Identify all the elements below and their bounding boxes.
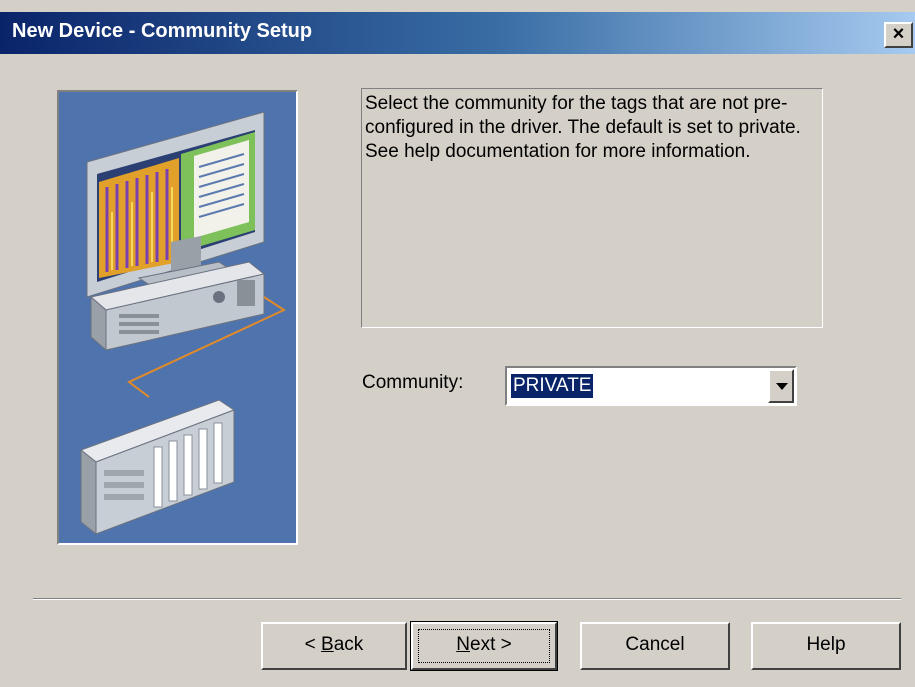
dropdown-arrow-button[interactable]	[768, 369, 794, 403]
separator-line	[33, 598, 901, 600]
back-button[interactable]: < Back	[261, 622, 407, 670]
cancel-button[interactable]: Cancel	[580, 622, 730, 670]
computer-plc-illustration	[79, 111, 287, 536]
community-label: Community:	[362, 372, 464, 393]
community-value: PRIVATE	[511, 374, 594, 398]
wizard-illustration	[57, 90, 298, 545]
close-icon: ×	[892, 23, 905, 45]
next-button-label: ext >	[470, 634, 512, 655]
plc-rack-icon	[79, 399, 236, 536]
title-bar: New Device - Community Setup ×	[0, 12, 915, 54]
help-button[interactable]: Help	[751, 622, 901, 670]
back-button-prefix: <	[304, 634, 322, 655]
community-dropdown[interactable]: PRIVATE	[505, 366, 797, 406]
next-button-mnemonic: N	[456, 634, 470, 655]
back-button-mnemonic: B	[321, 634, 334, 655]
next-button[interactable]: Next >	[410, 621, 558, 671]
window-title: New Device - Community Setup	[12, 20, 313, 42]
chevron-down-icon	[776, 383, 788, 390]
close-button[interactable]: ×	[884, 22, 913, 48]
back-button-label: ack	[333, 634, 364, 655]
description-box: Select the community for the tags that a…	[361, 88, 823, 328]
